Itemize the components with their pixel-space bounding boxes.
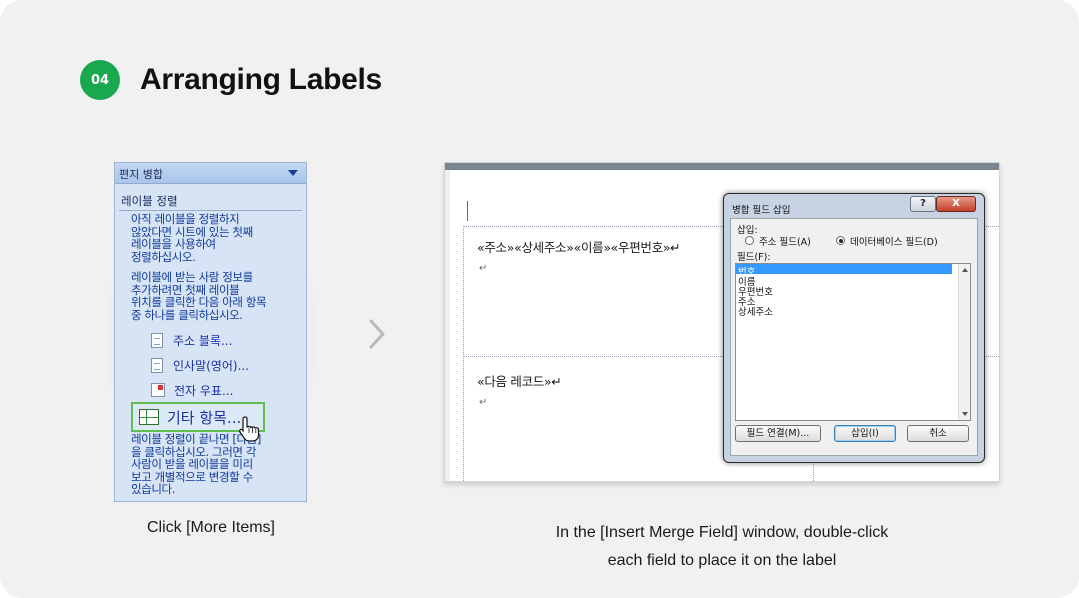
scroll-down-icon[interactable]: [962, 412, 968, 416]
document-left-margin: [445, 170, 450, 481]
mail-merge-task-pane: 편지 병합 레이블 정렬 아직 레이블을 정렬하지 않았다면 시트에 있는 첫째…: [114, 162, 307, 502]
document-top-bar: [445, 163, 999, 170]
paragraph-mark: ↵: [479, 397, 488, 408]
field-list-item[interactable]: 상세주소: [736, 304, 952, 318]
address-fields-radio[interactable]: [745, 236, 754, 245]
paragraph-mark: ↵: [479, 263, 488, 274]
pane-title: 편지 병합: [119, 168, 163, 181]
next-record-field[interactable]: «다음 레코드»↵: [477, 371, 562, 390]
slide-card: 04 Arranging Labels 편지 병합 레이블 정렬 아직 레이블을…: [0, 0, 1079, 598]
section-divider: [119, 210, 302, 211]
electronic-postage-link[interactable]: 전자 우표...: [151, 381, 233, 399]
dialog-title: 병합 필드 삽입: [732, 205, 791, 216]
step-badge: 04: [80, 60, 120, 100]
hand-cursor-icon: [239, 416, 260, 442]
document-icon: [151, 357, 163, 373]
chevron-down-icon[interactable]: [288, 170, 298, 176]
fields-label: 필드(F):: [737, 252, 771, 263]
match-fields-button[interactable]: 필드 연결(M)...: [735, 425, 821, 442]
label-grid-line: [463, 226, 464, 481]
close-button[interactable]: X: [936, 196, 976, 212]
greeting-line-link[interactable]: 인사말(영어)...: [151, 356, 249, 374]
database-fields-radio-label[interactable]: 데이터베이스 필드(D): [850, 234, 938, 248]
insert-label: 삽입:: [737, 225, 758, 236]
table-grid-icon: [139, 409, 159, 425]
address-block-link[interactable]: 주소 블록...: [151, 331, 232, 349]
stamp-icon: [151, 383, 165, 397]
merge-fields-line[interactable]: «주소»«상세주소»«이름»«우편번호»↵: [477, 237, 681, 256]
crop-mark: [467, 201, 468, 221]
insert-merge-field-dialog: 병합 필드 삽입 ? X 삽입: 주소 필드(A) 데이터베이스 필드(D) 필…: [723, 193, 985, 463]
chevron-right-icon: [369, 319, 385, 349]
field-list[interactable]: 번호 이름 우편번호 주소 상세주소: [735, 263, 971, 421]
pane-header: 편지 병합: [115, 163, 306, 184]
field-list-item[interactable]: 번호: [736, 264, 952, 278]
field-list-item[interactable]: 우편번호: [736, 284, 952, 298]
dialog-body: 삽입: 주소 필드(A) 데이터베이스 필드(D) 필드(F): 번호 이름 우…: [730, 218, 978, 456]
word-document-view: «주소»«상세주소»«이름»«우편번호»↵ ↵ «다음 레코드»↵ ↵ 병합 필…: [444, 162, 1000, 482]
caption-right: In the [Insert Merge Field] window, doub…: [555, 524, 889, 569]
document-icon: [151, 332, 163, 348]
field-list-item[interactable]: 이름: [736, 274, 952, 288]
pane-instruction-text: 레이블에 받는 사람 정보를 추가하려면 첫째 레이블 위치를 클릭한 다음 아…: [131, 270, 267, 322]
database-fields-radio[interactable]: [836, 236, 845, 245]
address-fields-radio-label[interactable]: 주소 필드(A): [759, 234, 811, 248]
help-button[interactable]: ?: [910, 196, 936, 212]
list-scrollbar[interactable]: [958, 264, 970, 420]
page-title: Arranging Labels: [140, 63, 382, 96]
scroll-up-icon[interactable]: [962, 268, 968, 272]
caption-left: Click [More Items]: [146, 519, 275, 536]
cancel-button[interactable]: 취소: [907, 425, 969, 442]
pane-section-title: 레이블 정렬: [121, 194, 178, 208]
pane-intro-text: 아직 레이블을 정렬하지 않았다면 시트에 있는 첫째 레이블을 사용하여 정렬…: [131, 212, 253, 264]
pane-footer-text: 레이블 정렬이 끝나면 [다음] 을 클릭하십시오. 그러면 각 사람이 받을 …: [131, 432, 261, 496]
insert-button[interactable]: 삽입(I): [834, 425, 896, 442]
